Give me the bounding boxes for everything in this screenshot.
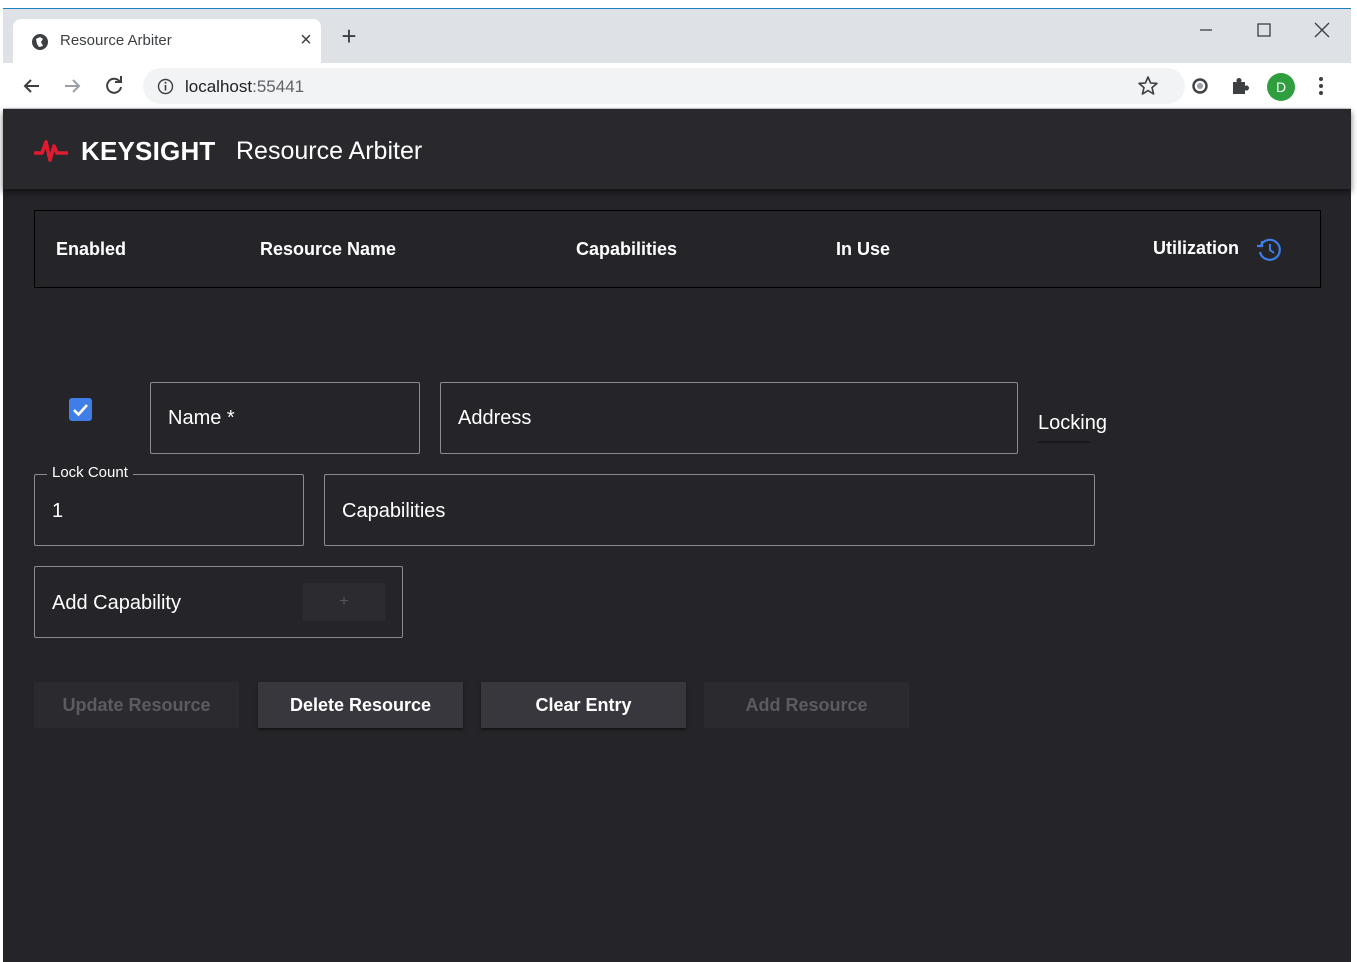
lock-count-value: 1 <box>52 500 64 522</box>
address-bar[interactable]: localhost:55441 <box>143 68 1185 104</box>
forward-arrow-icon[interactable] <box>59 73 85 99</box>
add-capability-button[interactable]: + <box>303 583 385 621</box>
column-header-resource-name[interactable]: Resource Name <box>260 239 396 260</box>
page-title: Resource Arbiter <box>236 137 423 165</box>
tab-title: Resource Arbiter <box>60 32 172 49</box>
new-tab-button[interactable]: + <box>335 23 363 49</box>
url-port: :55441 <box>252 77 305 96</box>
locking-underline <box>1038 441 1090 443</box>
lock-count-label: Lock Count <box>47 464 133 481</box>
add-resource-button[interactable]: Add Resource <box>704 682 909 728</box>
menu-dots-icon[interactable] <box>1313 73 1329 99</box>
browser-tabstrip: Resource Arbiter × + <box>3 8 1351 65</box>
globe-icon <box>32 34 48 50</box>
app-root: KEYSIGHT Resource Arbiter Enabled Resour… <box>3 109 1351 962</box>
extension-icon[interactable] <box>1189 75 1211 97</box>
back-arrow-icon[interactable] <box>19 73 45 99</box>
capabilities-placeholder: Capabilities <box>342 500 446 522</box>
maximize-icon[interactable] <box>1249 15 1279 45</box>
brand-name: KEYSIGHT <box>81 136 216 166</box>
clear-entry-button[interactable]: Clear Entry <box>481 682 686 728</box>
url-text: localhost:55441 <box>185 77 304 97</box>
address-placeholder: Address <box>458 407 532 429</box>
keysight-logo-icon <box>34 140 68 162</box>
check-icon <box>73 404 88 417</box>
add-capability-field[interactable]: Add Capability + <box>34 566 403 638</box>
browser-tab[interactable]: Resource Arbiter × <box>13 19 321 65</box>
column-header-enabled[interactable]: Enabled <box>56 239 126 260</box>
name-placeholder: Name * <box>168 407 235 429</box>
history-icon[interactable] <box>1255 235 1283 263</box>
lock-count-field[interactable]: Lock Count 1 <box>34 464 304 546</box>
enabled-checkbox[interactable] <box>69 398 92 421</box>
info-icon[interactable] <box>157 78 174 95</box>
browser-toolbar: localhost:55441 D <box>3 63 1351 109</box>
app-header: KEYSIGHT Resource Arbiter <box>3 109 1351 189</box>
locking-select[interactable]: Locking <box>1038 412 1107 435</box>
address-field[interactable]: Address <box>440 382 1018 454</box>
column-header-utilization[interactable]: Utilization <box>1153 238 1239 259</box>
column-header-capabilities[interactable]: Capabilities <box>576 239 677 260</box>
update-resource-button[interactable]: Update Resource <box>34 682 239 728</box>
minimize-icon[interactable] <box>1191 15 1221 45</box>
puzzle-icon[interactable] <box>1229 75 1251 97</box>
profile-avatar[interactable]: D <box>1267 73 1295 101</box>
reload-icon[interactable] <box>101 73 127 99</box>
column-header-in-use[interactable]: In Use <box>836 239 890 260</box>
star-icon[interactable] <box>1137 75 1159 97</box>
name-field[interactable]: Name * <box>150 382 420 454</box>
resource-table-header: Enabled Resource Name Capabilities In Us… <box>34 210 1321 288</box>
close-icon[interactable] <box>1307 15 1337 45</box>
url-host: localhost <box>185 77 253 96</box>
tab-close-button[interactable]: × <box>296 29 316 52</box>
delete-resource-button[interactable]: Delete Resource <box>258 682 463 728</box>
capabilities-field[interactable]: Capabilities <box>324 474 1095 546</box>
add-capability-placeholder: Add Capability <box>52 592 181 614</box>
